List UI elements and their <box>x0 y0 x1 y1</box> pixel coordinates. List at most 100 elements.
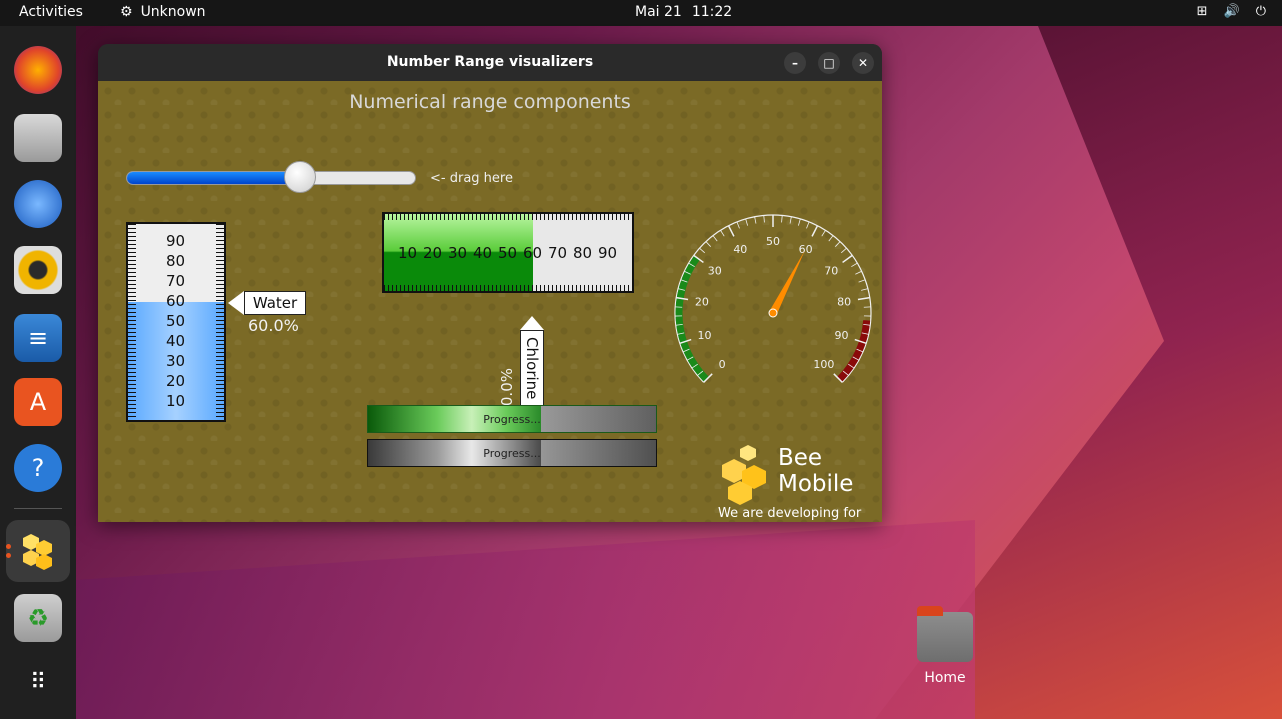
water-tick-label: 80 <box>166 252 186 270</box>
range-slider-track[interactable] <box>126 171 416 185</box>
volume-icon[interactable]: 🔊 <box>1224 4 1240 19</box>
gauge-tick <box>720 230 725 237</box>
chlorine-label-text: Chlorine <box>523 337 541 400</box>
app-gear-icon: ⚙ <box>120 4 133 20</box>
chlorine-tick-label: 50 <box>498 244 518 262</box>
wallpaper-shape <box>75 520 975 719</box>
content-area: Numerical range components <- drag here … <box>98 81 882 522</box>
tick-marks <box>384 214 632 220</box>
gauge-tick <box>798 218 801 226</box>
rhythmbox-icon[interactable] <box>14 246 62 294</box>
gauge-tick-label: 40 <box>733 243 747 256</box>
close-button[interactable]: ✕ <box>852 52 874 74</box>
progress-bar-green: Progress... <box>367 405 657 433</box>
gauge-tick-label: 10 <box>698 329 712 342</box>
gauge-green-zone <box>675 255 710 382</box>
gauge-tick-label: 70 <box>824 265 838 278</box>
system-tray[interactable]: ⊞ 🔊 ⏻ <box>1197 4 1266 19</box>
tick-marks <box>216 224 224 420</box>
folder-icon <box>917 606 973 662</box>
activities-button[interactable]: Activities <box>19 4 83 20</box>
gauge-tick <box>828 235 834 242</box>
title-bar[interactable]: Number Range visualizers – □ ✕ <box>98 44 882 81</box>
gauge-tick <box>754 216 757 224</box>
gauge-tick <box>763 215 765 223</box>
bee-mobile-logo <box>722 445 766 505</box>
chlorine-tick-label: 90 <box>598 244 618 262</box>
chlorine-tick-label: 40 <box>473 244 493 262</box>
gauge-tick-label: 100 <box>813 358 834 371</box>
tick-marks <box>128 224 136 420</box>
home-label: Home <box>924 670 966 686</box>
chlorine-label-pointer <box>520 316 544 330</box>
time: 11:22 <box>691 4 733 20</box>
water-level-meter: 90 80 70 60 50 40 30 20 10 <box>126 222 226 422</box>
gauge-tick <box>851 262 858 268</box>
help-icon[interactable]: ? <box>14 444 62 492</box>
desktop-home-folder[interactable]: Home <box>905 606 985 686</box>
files-icon[interactable] <box>14 114 62 162</box>
network-icon[interactable]: ⊞ <box>1197 4 1208 19</box>
page-title: Numerical range components <box>349 91 631 113</box>
gauge-needle <box>769 250 805 315</box>
date: Mai 21 <box>635 4 682 20</box>
app-menu[interactable]: ⚙ Unknown <box>120 4 206 20</box>
gauge-tick <box>835 241 841 247</box>
progress-label: Progress... <box>483 447 541 460</box>
gauge-tick <box>855 270 862 275</box>
water-percent: 60.0% <box>248 316 299 335</box>
chlorine-tick-label: 60 <box>523 244 543 262</box>
app-center-icon[interactable]: A <box>14 378 62 426</box>
chlorine-tick-label: 20 <box>423 244 443 262</box>
speed-gauge: 0 10 20 30 40 50 60 70 80 90 100 <box>674 214 872 383</box>
running-indicator <box>6 544 11 549</box>
app-name: Unknown <box>140 4 206 20</box>
water-tick-label: 50 <box>166 312 186 330</box>
water-tick-label: 90 <box>166 232 186 250</box>
top-bar: Activities ⚙ Unknown Mai 21 11:22 ⊞ 🔊 ⏻ <box>0 0 1282 26</box>
window-title: Number Range visualizers <box>386 54 594 70</box>
gauge-tick-label: 0 <box>719 358 726 371</box>
gauge-tick <box>745 218 748 226</box>
dock: ≡ A ? ♻ ⠿ <box>0 26 76 719</box>
gauge-tick <box>842 254 853 264</box>
brand-tagline: We are developing for you. <box>718 506 862 522</box>
gauge-tick <box>840 247 847 254</box>
water-label: Water <box>244 291 306 315</box>
gauge-tick <box>857 296 870 301</box>
power-icon[interactable]: ⏻ <box>1256 4 1266 19</box>
drag-hint: <- drag here <box>430 171 513 186</box>
gauge-tick <box>705 241 711 247</box>
running-indicator <box>6 553 11 558</box>
slider-thumb[interactable] <box>284 161 316 193</box>
firefox-icon[interactable] <box>14 46 62 94</box>
writer-icon[interactable]: ≡ <box>14 314 62 362</box>
water-tick-label: 70 <box>166 272 186 290</box>
gauge-tick <box>858 279 866 283</box>
gauge-tick <box>736 221 740 229</box>
beemobile-app-icon[interactable] <box>14 526 62 574</box>
gauge-tick-label: 80 <box>837 296 851 309</box>
progress-bar-gray: Progress... <box>367 439 657 467</box>
chlorine-tick-label: 30 <box>448 244 468 262</box>
app-window: Number Range visualizers – □ ✕ Numerical… <box>98 44 882 522</box>
tick-marks <box>384 285 632 291</box>
brand-name: Bee Mobile <box>778 445 853 497</box>
water-tick-label: 40 <box>166 332 186 350</box>
water-tick-label: 60 <box>166 292 186 310</box>
gauge-tick-label: 20 <box>695 296 709 309</box>
gauge-tick <box>712 235 718 242</box>
gauge-tick <box>789 216 792 224</box>
clock[interactable]: Mai 21 11:22 <box>635 4 732 20</box>
gauge-tick-label: 50 <box>766 235 780 248</box>
slider-fill <box>127 172 301 184</box>
gauge-tick-label: 90 <box>834 329 848 342</box>
chlorine-tick-label: 10 <box>398 244 418 262</box>
minimize-button[interactable]: – <box>784 52 806 74</box>
show-apps-icon[interactable]: ⠿ <box>14 658 62 706</box>
brand-line1: Bee <box>778 445 823 471</box>
maximize-button[interactable]: □ <box>818 52 840 74</box>
water-label-pointer <box>228 291 244 315</box>
trash-icon[interactable]: ♻ <box>14 594 62 642</box>
thunderbird-icon[interactable] <box>14 180 62 228</box>
